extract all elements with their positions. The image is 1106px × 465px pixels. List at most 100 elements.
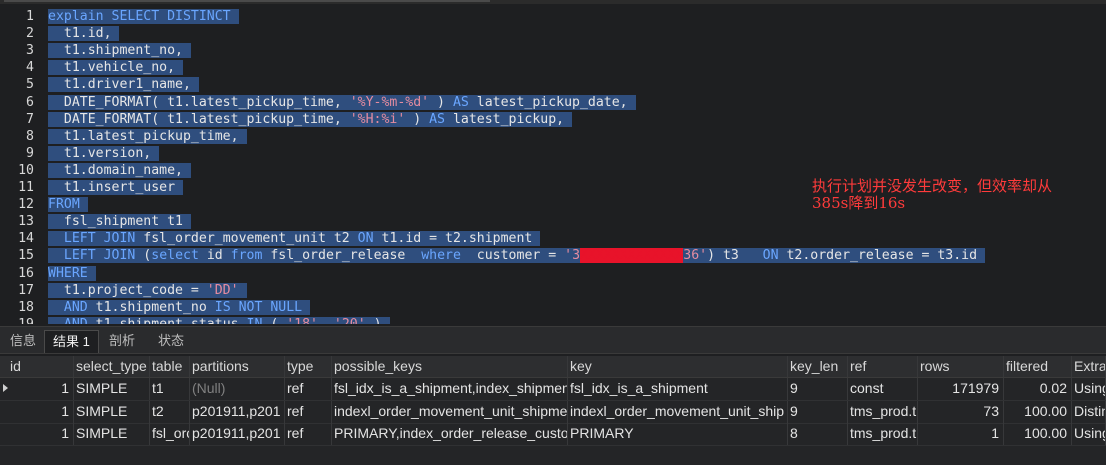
code-line[interactable]: 9 t1.version, xyxy=(0,145,1106,162)
result-grid[interactable]: id select_type table partitions type possible… xyxy=(0,356,1106,465)
table-cell[interactable]: fsl_idx_is_a_shipment xyxy=(568,378,788,400)
code-line[interactable]: 16 WHERE xyxy=(0,265,1106,282)
column-header-extra[interactable]: Extra xyxy=(1072,356,1106,377)
table-row[interactable]: 1 SIMPLE t1 (Null) ref fsl_idx_is_a_shipment,… xyxy=(0,378,1106,401)
table-cell[interactable]: indexl_order_movement_unit_shipment xyxy=(332,400,568,423)
table-cell[interactable]: Distinct xyxy=(1072,400,1106,423)
code-line[interactable]: 5 t1.driver1_name, xyxy=(0,76,1106,93)
table-cell[interactable]: ref xyxy=(285,400,332,423)
code-line[interactable]: 14 LEFT JOIN fsl_order_movement_unit t2 … xyxy=(0,230,1106,247)
code-text: AND t1.shipment_status IN ( '18', '20' ) xyxy=(48,316,390,324)
line-number: 11 xyxy=(18,180,34,195)
code-line[interactable]: 19 AND t1.shipment_status IN ( '18', '20… xyxy=(0,316,1106,324)
tab-info[interactable]: 信息 xyxy=(2,330,44,352)
table-cell[interactable]: ref xyxy=(285,423,332,445)
code-text: DATE_FORMAT( t1.latest_pickup_time, '%Y-… xyxy=(48,94,636,111)
sql-keyword: explain SELECT DISTINCT xyxy=(48,9,231,24)
column-header-type[interactable]: type xyxy=(285,356,332,377)
table-cell[interactable]: SIMPLE xyxy=(74,378,150,400)
table-cell[interactable]: 1 xyxy=(8,400,74,423)
table-cell[interactable]: p201911,p201 xyxy=(190,400,285,423)
code-line[interactable]: 8 t1.latest_pickup_time, xyxy=(0,128,1106,145)
table-cell[interactable]: 9 xyxy=(788,400,848,423)
selection-highlight: AND t1.shipment_status IN ( '18', '20' ) xyxy=(48,316,390,324)
table-cell[interactable]: 171979 xyxy=(918,378,1004,400)
tab-status[interactable]: 状态 xyxy=(150,330,192,352)
code-line[interactable]: 1 explain SELECT DISTINCT xyxy=(0,8,1106,25)
sql-text: t2.order_release = t3.id xyxy=(778,248,978,264)
code-line[interactable]: 6 DATE_FORMAT( t1.latest_pickup_time, '%… xyxy=(0,94,1106,111)
column-header-table[interactable]: table xyxy=(150,356,190,377)
table-cell[interactable]: SIMPLE xyxy=(74,423,150,445)
sql-text: t1.latest_pickup_time, xyxy=(48,128,239,144)
code-text: t1.latest_pickup_time, xyxy=(48,128,247,145)
table-cell[interactable]: 8 xyxy=(788,423,848,445)
code-line[interactable]: 2 t1.id, xyxy=(0,25,1106,42)
table-cell[interactable]: 1 xyxy=(918,423,1004,445)
table-cell[interactable]: 1 xyxy=(8,423,74,445)
column-header-partitions[interactable]: partitions xyxy=(190,356,285,377)
column-header-rows[interactable]: rows xyxy=(918,356,1004,377)
table-cell[interactable]: Using xyxy=(1072,423,1106,445)
code-line[interactable]: 18 AND t1.shipment_no IS NOT NULL xyxy=(0,299,1106,316)
table-cell[interactable]: 100.00 xyxy=(1004,423,1072,445)
code-line[interactable]: 7 DATE_FORMAT( t1.latest_pickup_time, '%… xyxy=(0,111,1106,128)
sql-keyword: from xyxy=(230,248,263,264)
sql-text: t1.domain_name, xyxy=(48,162,183,178)
table-cell[interactable]: 1 xyxy=(8,378,74,400)
code-line[interactable]: 15 LEFT JOIN (select id from fsl_order_r… xyxy=(0,247,1106,264)
table-cell[interactable]: fsl_orc xyxy=(150,423,190,445)
sql-editor[interactable]: 1 explain SELECT DISTINCT 2 t1.id, 3 t1.s… xyxy=(0,4,1106,324)
selection-highlight: t1.version, xyxy=(48,145,160,161)
sql-text: t1.id = t2.shipment xyxy=(373,231,533,247)
table-cell[interactable]: tms_prod.t xyxy=(848,400,918,423)
selection-highlight: t1.driver1_name, xyxy=(48,77,199,93)
sql-keyword: WHERE xyxy=(48,265,88,281)
table-cell[interactable]: Using xyxy=(1072,378,1106,400)
column-header-ref[interactable]: ref xyxy=(848,356,918,377)
code-line[interactable]: 3 t1.shipment_no, xyxy=(0,42,1106,59)
selection-highlight: t1.project_code = 'DD' xyxy=(48,282,247,298)
column-header-key[interactable]: key xyxy=(568,356,788,377)
sql-keyword: ON xyxy=(357,231,374,247)
code-line[interactable]: 13 fsl_shipment t1 xyxy=(0,213,1106,230)
table-cell[interactable]: SIMPLE xyxy=(74,400,150,423)
selection-highlight: t1.insert_user xyxy=(48,180,183,195)
table-cell[interactable]: indexl_order_movement_unit_ship xyxy=(568,400,788,423)
line-number: 2 xyxy=(26,26,34,42)
table-cell[interactable]: 100.00 xyxy=(1004,400,1072,423)
code-text: explain SELECT DISTINCT xyxy=(48,8,239,25)
table-row[interactable]: 1 SIMPLE fsl_orc p201911,p201 ref PRIMARY,ind… xyxy=(0,423,1106,446)
table-cell[interactable]: const xyxy=(848,378,918,400)
sql-text: ) t3 xyxy=(707,248,763,264)
column-header-select-type[interactable]: select_type xyxy=(74,356,150,377)
code-text: t1.vehicle_no, xyxy=(48,59,183,76)
sql-string: '%Y-%m-%d' xyxy=(349,94,430,110)
code-text: DATE_FORMAT( t1.latest_pickup_time, '%H:… xyxy=(48,111,573,128)
table-cell[interactable]: fsl_idx_is_a_shipment,index_shipment xyxy=(332,378,568,400)
table-cell[interactable]: 0.02 xyxy=(1004,378,1072,400)
table-row[interactable]: 1 SIMPLE t2 p201911,p201 ref indexl_order_mov… xyxy=(0,400,1106,424)
table-cell[interactable]: PRIMARY,index_order_release_custon xyxy=(332,423,568,445)
table-cell[interactable]: t2 xyxy=(150,400,190,423)
code-line[interactable]: 4 t1.vehicle_no, xyxy=(0,59,1106,76)
table-cell[interactable]: PRIMARY xyxy=(568,423,788,445)
table-cell[interactable]: (Null) xyxy=(190,378,285,400)
column-header-possible-keys[interactable]: possible_keys xyxy=(332,356,568,377)
tab-result-1[interactable]: 结果 1 xyxy=(44,330,99,353)
table-cell[interactable]: 73 xyxy=(918,400,1004,423)
column-header-key-len[interactable]: key_len xyxy=(788,356,848,377)
tab-profile[interactable]: 剖析 xyxy=(101,330,143,352)
table-cell[interactable]: 9 xyxy=(788,378,848,400)
table-cell[interactable]: p201911,p201 xyxy=(190,423,285,445)
code-line[interactable]: 17 t1.project_code = 'DD' xyxy=(0,282,1106,299)
column-header-id[interactable]: id xyxy=(8,356,74,377)
selection-highlight: LEFT JOIN fsl_order_movement_unit t2 ON … xyxy=(48,231,541,247)
table-cell[interactable]: tms_prod.t xyxy=(848,423,918,445)
annotation-text: 执行计划并没发生改变，但效率却从 385s降到16s xyxy=(812,177,1053,212)
table-cell[interactable]: ref xyxy=(285,378,332,400)
table-cell[interactable]: t1 xyxy=(150,378,190,400)
column-header-filtered[interactable]: filtered xyxy=(1004,356,1072,377)
sql-text: , xyxy=(318,317,334,324)
